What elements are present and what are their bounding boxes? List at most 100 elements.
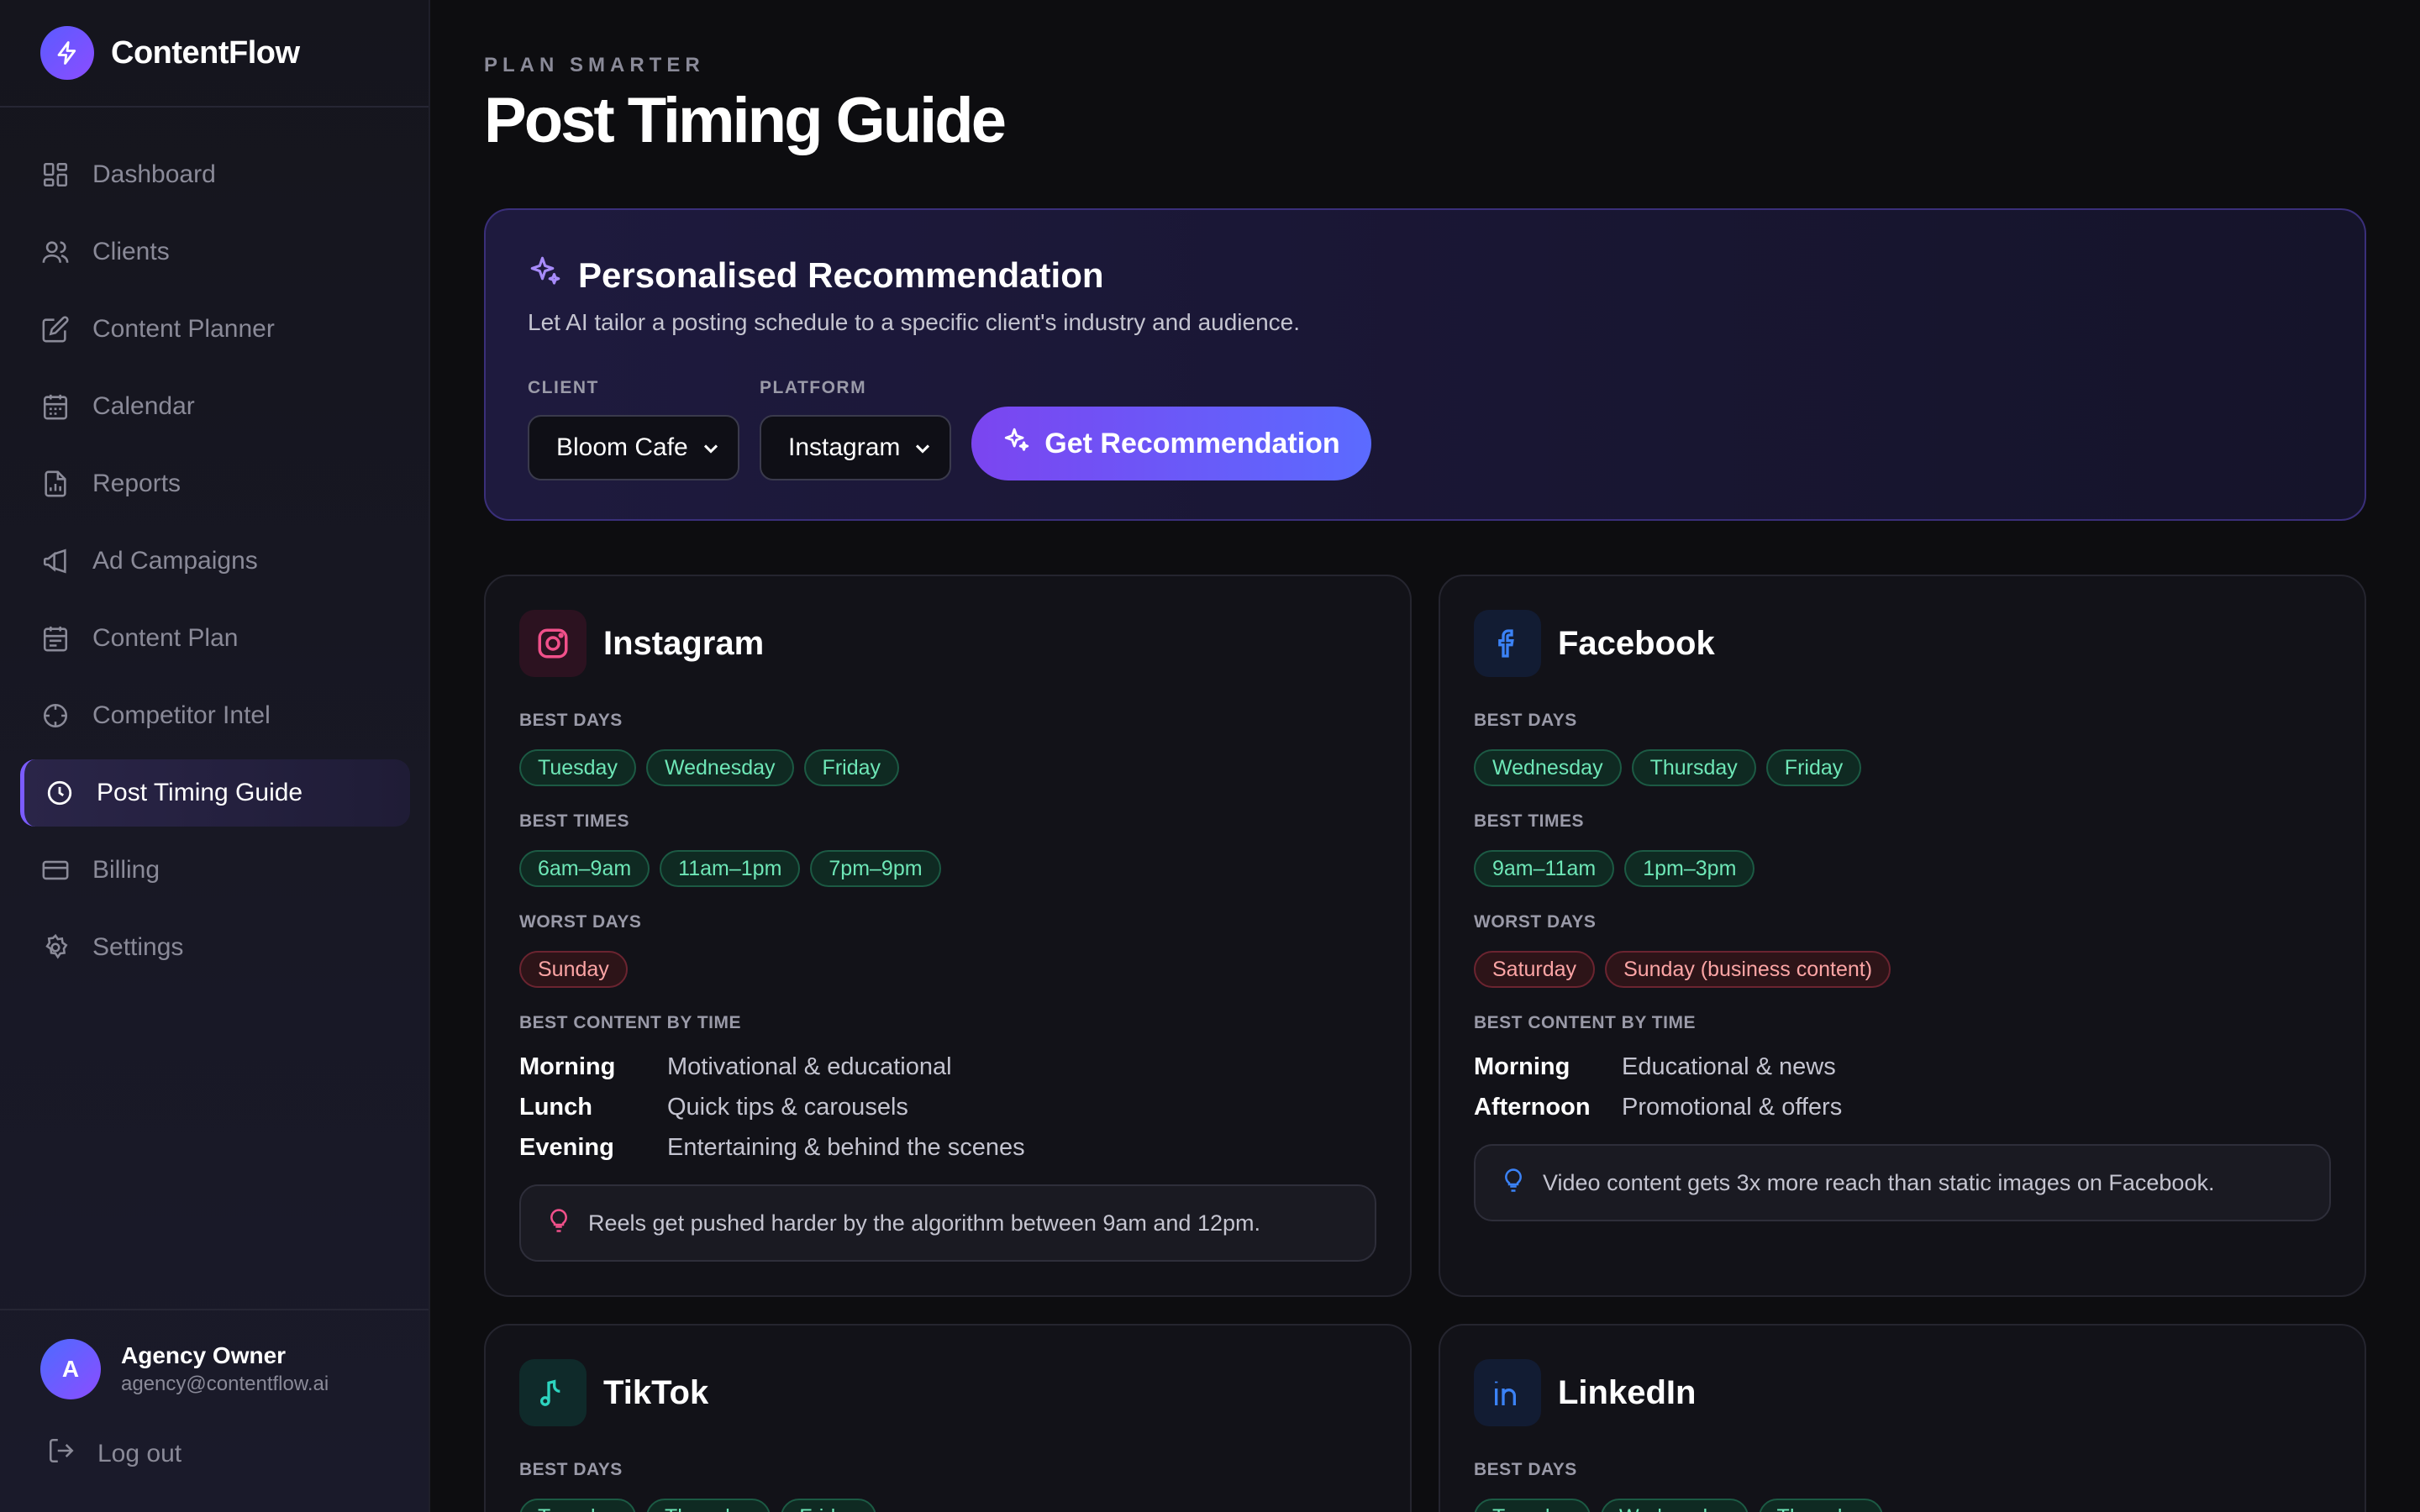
recommendation-title-text: Personalised Recommendation: [578, 255, 1104, 295]
logout-icon: [47, 1436, 76, 1472]
user-email: agency@contentflow.ai: [121, 1373, 329, 1395]
client-select[interactable]: Bloom Cafe: [528, 415, 739, 480]
platform-name: Facebook: [1558, 624, 1715, 662]
day-pill: Wednesday: [1600, 1499, 1749, 1512]
day-pill: Friday: [803, 749, 900, 786]
sidebar-footer: A Agency Owner agency@contentflow.ai Log…: [0, 1309, 429, 1512]
sidebar-item-content-planner[interactable]: Content Planner: [20, 296, 410, 363]
page-title: Post Timing Guide: [484, 85, 1007, 156]
get-recommendation-button[interactable]: Get Recommendation: [971, 407, 1371, 480]
platform-select[interactable]: Instagram: [760, 415, 951, 480]
sidebar-item-settings[interactable]: Settings: [20, 914, 410, 981]
best-days-label: BEST DAYS: [519, 711, 623, 730]
best-days-label: BEST DAYS: [519, 1460, 623, 1479]
day-pill: Tuesday: [1474, 1499, 1591, 1512]
content-type: Motivational & educational: [667, 1053, 952, 1080]
sidebar-item-dashboard[interactable]: Dashboard: [20, 141, 410, 208]
lightning-icon: [40, 26, 94, 80]
tip-box: Video content gets 3x more reach than st…: [1474, 1144, 2331, 1221]
sidebar-item-content-plan[interactable]: Content Plan: [20, 605, 410, 672]
platform-card-linkedin: LinkedIn BEST DAYS Tuesday Wednesday Thu…: [1439, 1324, 2366, 1512]
worst-days-label: WORST DAYS: [1474, 912, 1597, 932]
lightbulb-icon: [546, 1208, 571, 1239]
sidebar-item-label: Ad Campaigns: [92, 547, 258, 575]
platform-select-value: Instagram: [788, 433, 901, 461]
linkedin-icon: [1474, 1359, 1541, 1426]
user-profile[interactable]: A Agency Owner agency@contentflow.ai: [40, 1339, 329, 1399]
platform-card-tiktok: TikTok BEST DAYS Tuesday Thursday Friday: [484, 1324, 1412, 1512]
sidebar-item-ad-campaigns[interactable]: Ad Campaigns: [20, 528, 410, 595]
best-days-label: BEST DAYS: [1474, 711, 1577, 730]
platform-card-facebook: Facebook BEST DAYS Wednesday Thursday Fr…: [1439, 575, 2366, 1297]
client-label: CLIENT: [528, 378, 599, 397]
lightbulb-icon: [1501, 1168, 1526, 1199]
avatar: A: [40, 1339, 101, 1399]
content-row: Morning Motivational & educational: [519, 1053, 952, 1081]
content-type: Promotional & offers: [1622, 1094, 1843, 1121]
sidebar-item-billing[interactable]: Billing: [20, 837, 410, 904]
worst-days-pills: Sunday: [519, 951, 638, 988]
tip-text: Reels get pushed harder by the algorithm…: [588, 1210, 1260, 1236]
best-days-pills: Tuesday Wednesday Thursday: [1474, 1499, 1893, 1512]
users-icon: [40, 237, 71, 267]
platform-label: PLATFORM: [760, 378, 867, 397]
sidebar-item-label: Billing: [92, 856, 160, 884]
get-recommendation-label: Get Recommendation: [1044, 427, 1340, 459]
day-pill: Thursday: [1631, 749, 1756, 786]
sidebar-item-calendar[interactable]: Calendar: [20, 373, 410, 440]
tip-text: Video content gets 3x more reach than st…: [1543, 1169, 2215, 1195]
sidebar-item-clients[interactable]: Clients: [20, 218, 410, 286]
brand[interactable]: ContentFlow: [0, 0, 429, 108]
content-slot: Morning: [519, 1053, 616, 1080]
content-slot: Lunch: [519, 1094, 592, 1121]
sidebar: ContentFlow Dashboard Clients Content Pl…: [0, 0, 430, 1512]
content-slot: Morning: [1474, 1053, 1570, 1080]
time-pill: 9am–11am: [1474, 850, 1615, 887]
worst-days-label: WORST DAYS: [519, 912, 642, 932]
sidebar-nav: Dashboard Clients Content Planner Calend…: [20, 141, 410, 991]
recommendation-title: Personalised Recommendation: [528, 254, 1104, 297]
sidebar-item-reports[interactable]: Reports: [20, 450, 410, 517]
brand-name: ContentFlow: [111, 34, 300, 71]
sidebar-item-post-timing-guide[interactable]: Post Timing Guide: [20, 759, 410, 827]
content-type: Quick tips & carousels: [667, 1094, 908, 1121]
best-times-pills: 6am–9am 11am–1pm 7pm–9pm: [519, 850, 951, 887]
chevron-down-icon: [911, 437, 934, 467]
best-days-pills: Tuesday Thursday Friday: [519, 1499, 886, 1512]
day-pill: Friday: [1765, 749, 1862, 786]
sidebar-item-label: Settings: [92, 933, 184, 961]
day-pill: Sunday (business content): [1605, 951, 1891, 988]
content-slot: Afternoon: [1474, 1094, 1591, 1121]
grid-icon: [40, 160, 71, 190]
user-name: Agency Owner: [121, 1342, 287, 1368]
day-pill: Sunday: [519, 951, 628, 988]
logout-label: Log out: [97, 1440, 182, 1467]
time-pill: 11am–1pm: [660, 850, 801, 887]
sparkles-icon: [1002, 426, 1031, 462]
logout-button[interactable]: Log out: [47, 1436, 182, 1472]
worst-days-pills: Saturday Sunday (business content): [1474, 951, 1901, 988]
page-eyebrow: PLAN SMARTER: [484, 54, 705, 76]
best-times-label: BEST TIMES: [1474, 811, 1585, 831]
day-pill: Thursday: [1758, 1499, 1883, 1512]
sidebar-item-label: Reports: [92, 470, 182, 497]
megaphone-icon: [40, 546, 71, 576]
sidebar-item-competitor-intel[interactable]: Competitor Intel: [20, 682, 410, 749]
time-pill: 7pm–9pm: [810, 850, 941, 887]
day-pill: Wednesday: [645, 749, 794, 786]
sidebar-item-label: Competitor Intel: [92, 701, 271, 729]
time-pill: 6am–9am: [519, 850, 650, 887]
content-type: Entertaining & behind the scenes: [667, 1134, 1025, 1161]
chevron-down-icon: [699, 437, 723, 467]
sidebar-item-label: Calendar: [92, 392, 195, 420]
gear-icon: [40, 932, 71, 963]
platform-name: LinkedIn: [1558, 1373, 1697, 1411]
best-content-label: BEST CONTENT BY TIME: [519, 1013, 741, 1032]
file-chart-icon: [40, 469, 71, 499]
recommendation-card: Personalised Recommendation Let AI tailo…: [484, 208, 2366, 521]
best-days-label: BEST DAYS: [1474, 1460, 1577, 1479]
content-type: Educational & news: [1622, 1053, 1836, 1080]
content-row: Morning Educational & news: [1474, 1053, 1836, 1081]
edit-icon: [40, 314, 71, 344]
calendar-icon: [40, 391, 71, 422]
